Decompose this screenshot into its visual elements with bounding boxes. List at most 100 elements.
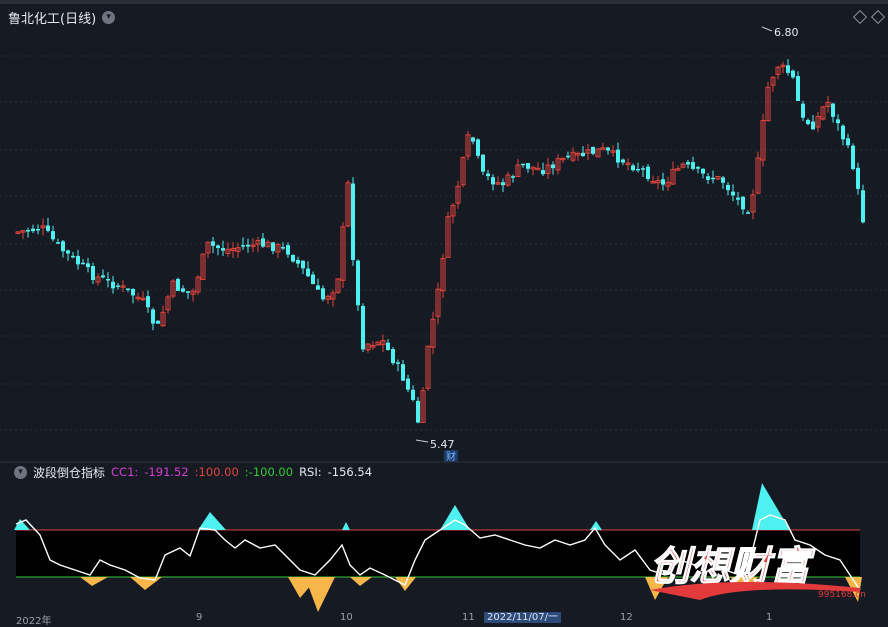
x-axis-label: 11 bbox=[462, 612, 475, 623]
chart-canvas[interactable]: 6.80 5.47 财 创想财富 995168.cn bbox=[0, 0, 888, 623]
candle-body bbox=[521, 163, 525, 166]
candle-body bbox=[46, 225, 50, 231]
candle-body bbox=[396, 362, 400, 364]
candle-body bbox=[261, 238, 265, 247]
price-grid bbox=[0, 55, 888, 431]
candle-body bbox=[501, 182, 505, 186]
x-axis-label: 9 bbox=[196, 612, 203, 623]
cai-badge-label: 财 bbox=[446, 450, 456, 463]
candle-body bbox=[411, 389, 415, 400]
lower-value: :-100.00 bbox=[244, 465, 294, 479]
candle-body bbox=[721, 177, 725, 183]
candle-body bbox=[631, 165, 635, 171]
candle-body bbox=[481, 154, 485, 172]
candle-body bbox=[86, 263, 90, 268]
cyan-spike bbox=[752, 483, 790, 530]
x-axis-label: 1 bbox=[766, 612, 773, 623]
candle-body bbox=[311, 274, 315, 285]
candle-body bbox=[791, 70, 795, 78]
candle-body bbox=[551, 164, 555, 169]
candle-body bbox=[711, 177, 715, 180]
candle-body bbox=[61, 241, 65, 252]
candle-body bbox=[616, 149, 620, 163]
candle-body bbox=[726, 184, 730, 191]
candle-body bbox=[216, 245, 220, 249]
candle-body bbox=[796, 76, 800, 101]
candle-body bbox=[606, 147, 610, 151]
candle-body bbox=[646, 166, 650, 179]
candle-body bbox=[831, 103, 835, 117]
candle-body bbox=[471, 137, 475, 142]
x-axis-label: 12 bbox=[620, 612, 633, 623]
candle-body bbox=[156, 320, 160, 324]
candle-body bbox=[146, 296, 150, 308]
candle-body bbox=[806, 119, 810, 125]
candle-body bbox=[126, 288, 130, 290]
candle-body bbox=[246, 244, 250, 247]
candle-body bbox=[406, 378, 410, 390]
cyan-spike bbox=[342, 522, 350, 530]
candle-body bbox=[56, 242, 60, 244]
candle-body bbox=[851, 145, 855, 170]
candle-body bbox=[746, 212, 750, 214]
candle-body bbox=[591, 146, 595, 154]
orange-fill bbox=[305, 577, 335, 612]
candle-body bbox=[76, 255, 80, 265]
candle-body bbox=[296, 259, 300, 264]
candle-body bbox=[391, 349, 395, 364]
rsi-value: -156.54 bbox=[327, 465, 373, 479]
chevron-down-icon-indicator[interactable]: ▾ bbox=[14, 465, 27, 479]
candle-body bbox=[151, 309, 155, 324]
candle-body bbox=[66, 250, 70, 254]
candle-body bbox=[846, 138, 850, 146]
candle-body bbox=[581, 152, 585, 157]
candle-body bbox=[661, 179, 665, 185]
candle-body bbox=[416, 400, 420, 423]
candle-body bbox=[841, 125, 845, 140]
candle-body bbox=[526, 163, 530, 169]
candle-body bbox=[706, 176, 710, 180]
candle-body bbox=[291, 254, 295, 262]
orange-fill bbox=[80, 577, 108, 586]
orange-fill bbox=[350, 577, 372, 586]
cc1-label: CC1: bbox=[111, 465, 139, 479]
candle-body bbox=[731, 191, 735, 196]
candle-body bbox=[26, 230, 30, 232]
candle-body bbox=[221, 248, 225, 251]
candle-body bbox=[186, 291, 190, 293]
candle-body bbox=[786, 65, 790, 73]
high-annotation: 6.80 bbox=[761, 26, 799, 39]
candle-body bbox=[286, 245, 290, 255]
candle-body bbox=[321, 288, 325, 300]
candle-body bbox=[641, 168, 645, 170]
candle-body bbox=[111, 281, 115, 289]
indicator-header: ▾ 波段倒仓指标 CC1: -191.52 :100.00 :-100.00 R… bbox=[14, 464, 372, 480]
candle-body bbox=[101, 275, 105, 278]
x-axis-label: 2022年 bbox=[16, 616, 52, 627]
candle-body bbox=[351, 183, 355, 261]
candle-body bbox=[106, 279, 110, 281]
candle-body bbox=[736, 197, 740, 200]
candle-body bbox=[316, 285, 320, 290]
candle-body bbox=[361, 305, 365, 350]
indicator-name: 波段倒仓指标 bbox=[33, 465, 106, 480]
candle-body bbox=[131, 288, 135, 296]
upper-value: :100.00 bbox=[194, 465, 239, 479]
candle-body bbox=[691, 162, 695, 169]
candle-body bbox=[696, 166, 700, 169]
candle-body bbox=[801, 103, 805, 118]
candle-body bbox=[811, 121, 815, 130]
candle-body bbox=[386, 342, 390, 350]
candle-body bbox=[861, 190, 865, 223]
candle-body bbox=[511, 176, 515, 178]
candle-body bbox=[91, 266, 95, 280]
candle-body bbox=[301, 260, 305, 269]
candle-body bbox=[51, 231, 55, 240]
candle-body bbox=[31, 228, 35, 232]
x-axis-label: 10 bbox=[340, 612, 353, 623]
high-price-label: 6.80 bbox=[774, 26, 799, 39]
candle-body bbox=[491, 177, 495, 185]
x-axis-date-highlight: 2022/11/07/一 bbox=[484, 612, 562, 623]
candle-body bbox=[81, 262, 85, 265]
cai-badge[interactable]: 财 bbox=[444, 450, 458, 463]
